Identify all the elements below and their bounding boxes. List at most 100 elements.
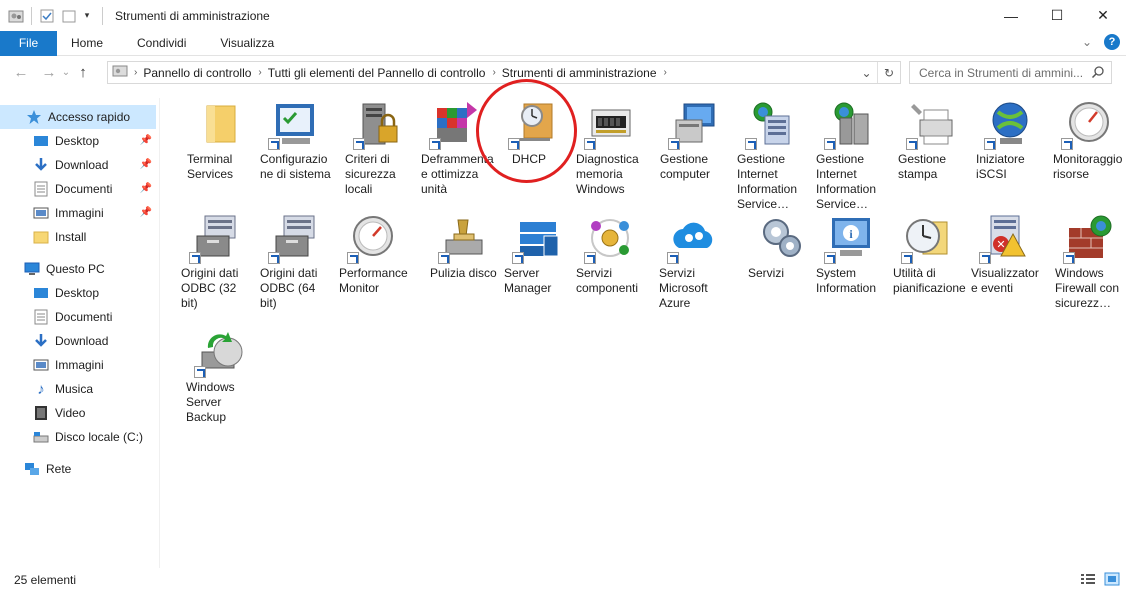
search-input[interactable]: Cerca in Strumenti di ammini... — [919, 66, 1083, 80]
help-icon[interactable]: ? — [1104, 34, 1120, 50]
breadcrumb-control-panel[interactable]: Pannello di controllo — [143, 66, 251, 80]
sidebar-item-qa-documents[interactable]: Documenti 📌 — [0, 177, 156, 201]
close-button[interactable]: ✕ — [1080, 0, 1126, 31]
shortcut-arrow-icon — [353, 138, 365, 150]
list-item-system-configuration[interactable]: Configurazione di sistema — [256, 100, 334, 182]
address-bar[interactable]: › Pannello di controllo › Tutti gli elem… — [107, 61, 901, 84]
list-item-disk-cleanup[interactable]: Pulizia disco — [426, 214, 504, 281]
expand-ribbon-icon[interactable]: ⌄ — [1082, 35, 1092, 49]
sidebar-item-pc-documents[interactable]: Documenti — [0, 305, 156, 329]
backup-icon — [194, 328, 244, 378]
list-item-resource-monitor[interactable]: Monitoraggio risorse — [1049, 100, 1126, 182]
tab-view[interactable]: Visualizza — [204, 31, 292, 56]
sidebar-item-pc-video[interactable]: Video — [0, 401, 156, 425]
tab-file[interactable]: File — [0, 30, 57, 56]
chevron-right-icon[interactable]: › — [258, 67, 261, 78]
list-item-component-services[interactable]: Servizi componenti — [572, 214, 650, 296]
tab-share[interactable]: Condividi — [121, 31, 204, 56]
up-button[interactable]: ↑ — [72, 64, 94, 81]
sidebar-item-label: Download — [55, 158, 109, 172]
event-viewer-icon: ✕ — [979, 214, 1029, 264]
list-item-iis6-manager[interactable]: Gestione Internet Information Service… — [812, 100, 890, 212]
recent-locations-button[interactable]: ⌄ — [60, 67, 72, 78]
sidebar-item-qa-pictures[interactable]: Immagini 📌 — [0, 201, 156, 225]
sidebar-item-quick-access[interactable]: Accesso rapido — [0, 105, 156, 129]
shortcut-arrow-icon — [667, 252, 679, 264]
control-panel-icon[interactable] — [7, 7, 25, 25]
desktop-icon — [33, 285, 49, 301]
list-item-task-scheduler[interactable]: Utilità di pianificazione — [889, 214, 967, 296]
list-item-event-viewer[interactable]: ✕ Visualizzatore eventi — [967, 214, 1045, 296]
customize-qa-icon[interactable]: ▾ — [78, 7, 96, 25]
resource-monitor-icon — [1061, 100, 1111, 150]
navigation-bar: ← → ⌄ ↑ › Pannello di controllo › Tutti … — [0, 56, 1126, 89]
search-icon[interactable] — [1091, 65, 1105, 82]
sidebar-item-pc-drive-c[interactable]: Disco locale (C:) — [0, 425, 156, 449]
chevron-right-icon[interactable]: › — [492, 67, 495, 78]
list-item-iscsi-initiator[interactable]: Iniziatore iSCSI — [972, 100, 1050, 182]
folder-icon — [33, 229, 49, 245]
new-folder-icon[interactable] — [60, 7, 78, 25]
breadcrumb-admin-tools[interactable]: Strumenti di amministrazione — [502, 66, 657, 80]
sidebar-item-label: Immagini — [55, 206, 104, 220]
status-bar: 25 elementi — [0, 568, 1126, 591]
sidebar-item-pc-pictures[interactable]: Immagini — [0, 353, 156, 377]
list-item-system-information[interactable]: i System Information — [812, 214, 890, 296]
minimize-button[interactable]: — — [988, 0, 1034, 31]
sidebar-item-qa-desktop[interactable]: Desktop 📌 — [0, 129, 156, 153]
list-item-performance-monitor[interactable]: Performance Monitor — [335, 214, 413, 296]
back-button[interactable]: ← — [10, 64, 32, 81]
list-item-computer-management[interactable]: Gestione computer — [656, 100, 734, 182]
address-dropdown-button[interactable]: ⌄ — [856, 62, 878, 83]
chevron-right-icon[interactable]: › — [664, 67, 667, 78]
pictures-icon — [33, 357, 49, 373]
sidebar-item-label: Disco locale (C:) — [55, 430, 144, 444]
list-item-local-security-policy[interactable]: Criteri di sicurezza locali — [341, 100, 419, 197]
sidebar-item-qa-download[interactable]: Download 📌 — [0, 153, 156, 177]
list-item-windows-firewall[interactable]: Windows Firewall con sicurezz… — [1051, 214, 1126, 311]
sidebar-item-network[interactable]: Rete — [0, 457, 156, 481]
list-item-print-management[interactable]: Gestione stampa — [894, 100, 972, 182]
shortcut-arrow-icon — [824, 252, 836, 264]
quick-access-toolbar: ▾ Strumenti di amministrazione — [0, 0, 270, 31]
drive-icon — [33, 429, 49, 445]
search-box[interactable]: Cerca in Strumenti di ammini... — [909, 61, 1112, 84]
shortcut-arrow-icon — [906, 138, 918, 150]
navigation-pane: Accesso rapido Desktop 📌 Download 📌 Docu… — [0, 98, 158, 568]
file-list: Terminal Services Configurazione di sist… — [170, 92, 1122, 562]
list-item-odbc-32[interactable]: Origini dati ODBC (32 bit) — [177, 214, 255, 311]
sidebar-item-this-pc[interactable]: Questo PC — [0, 257, 156, 281]
pin-icon[interactable]: 📌 — [140, 183, 152, 194]
pin-icon[interactable]: 📌 — [140, 135, 152, 146]
list-item-services[interactable]: Servizi — [744, 214, 822, 281]
sidebar-item-label: Questo PC — [46, 262, 105, 276]
list-item-azure-services[interactable]: Servizi Microsoft Azure — [655, 214, 733, 311]
pin-icon[interactable]: 📌 — [140, 207, 152, 218]
sidebar-item-pc-download[interactable]: Download — [0, 329, 156, 353]
breadcrumb-all-items[interactable]: Tutti gli elementi del Pannello di contr… — [268, 66, 486, 80]
list-item-terminal-services[interactable]: Terminal Services — [183, 100, 261, 182]
pictures-icon — [33, 205, 49, 221]
iis-icon — [745, 100, 795, 150]
list-item-memory-diagnostic[interactable]: Diagnostica memoria Windows — [572, 100, 650, 197]
list-item-server-manager[interactable]: Server Manager — [500, 214, 578, 296]
list-item-iis-manager[interactable]: Gestione Internet Information Service… — [733, 100, 811, 212]
large-icons-view-icon[interactable] — [1104, 572, 1120, 589]
shortcut-arrow-icon — [584, 252, 596, 264]
list-item-odbc-64[interactable]: Origini dati ODBC (64 bit) — [256, 214, 334, 311]
chevron-right-icon[interactable]: › — [134, 67, 137, 78]
pin-icon[interactable]: 📌 — [140, 159, 152, 170]
sidebar-item-pc-music[interactable]: ♪ Musica — [0, 377, 156, 401]
sidebar-item-qa-install[interactable]: Install — [0, 225, 156, 249]
sidebar-item-pc-desktop[interactable]: Desktop — [0, 281, 156, 305]
title-bar: ▾ Strumenti di amministrazione — ☐ ✕ — [0, 0, 1126, 31]
properties-icon[interactable] — [38, 7, 56, 25]
shortcut-arrow-icon — [824, 138, 836, 150]
details-view-icon[interactable] — [1080, 572, 1096, 589]
list-item-windows-server-backup[interactable]: Windows Server Backup — [182, 328, 260, 425]
maximize-button[interactable]: ☐ — [1034, 0, 1080, 31]
forward-button[interactable]: → — [38, 64, 60, 81]
refresh-button[interactable]: ↻ — [878, 62, 900, 83]
documents-icon — [33, 309, 49, 325]
tab-home[interactable]: Home — [57, 31, 121, 56]
